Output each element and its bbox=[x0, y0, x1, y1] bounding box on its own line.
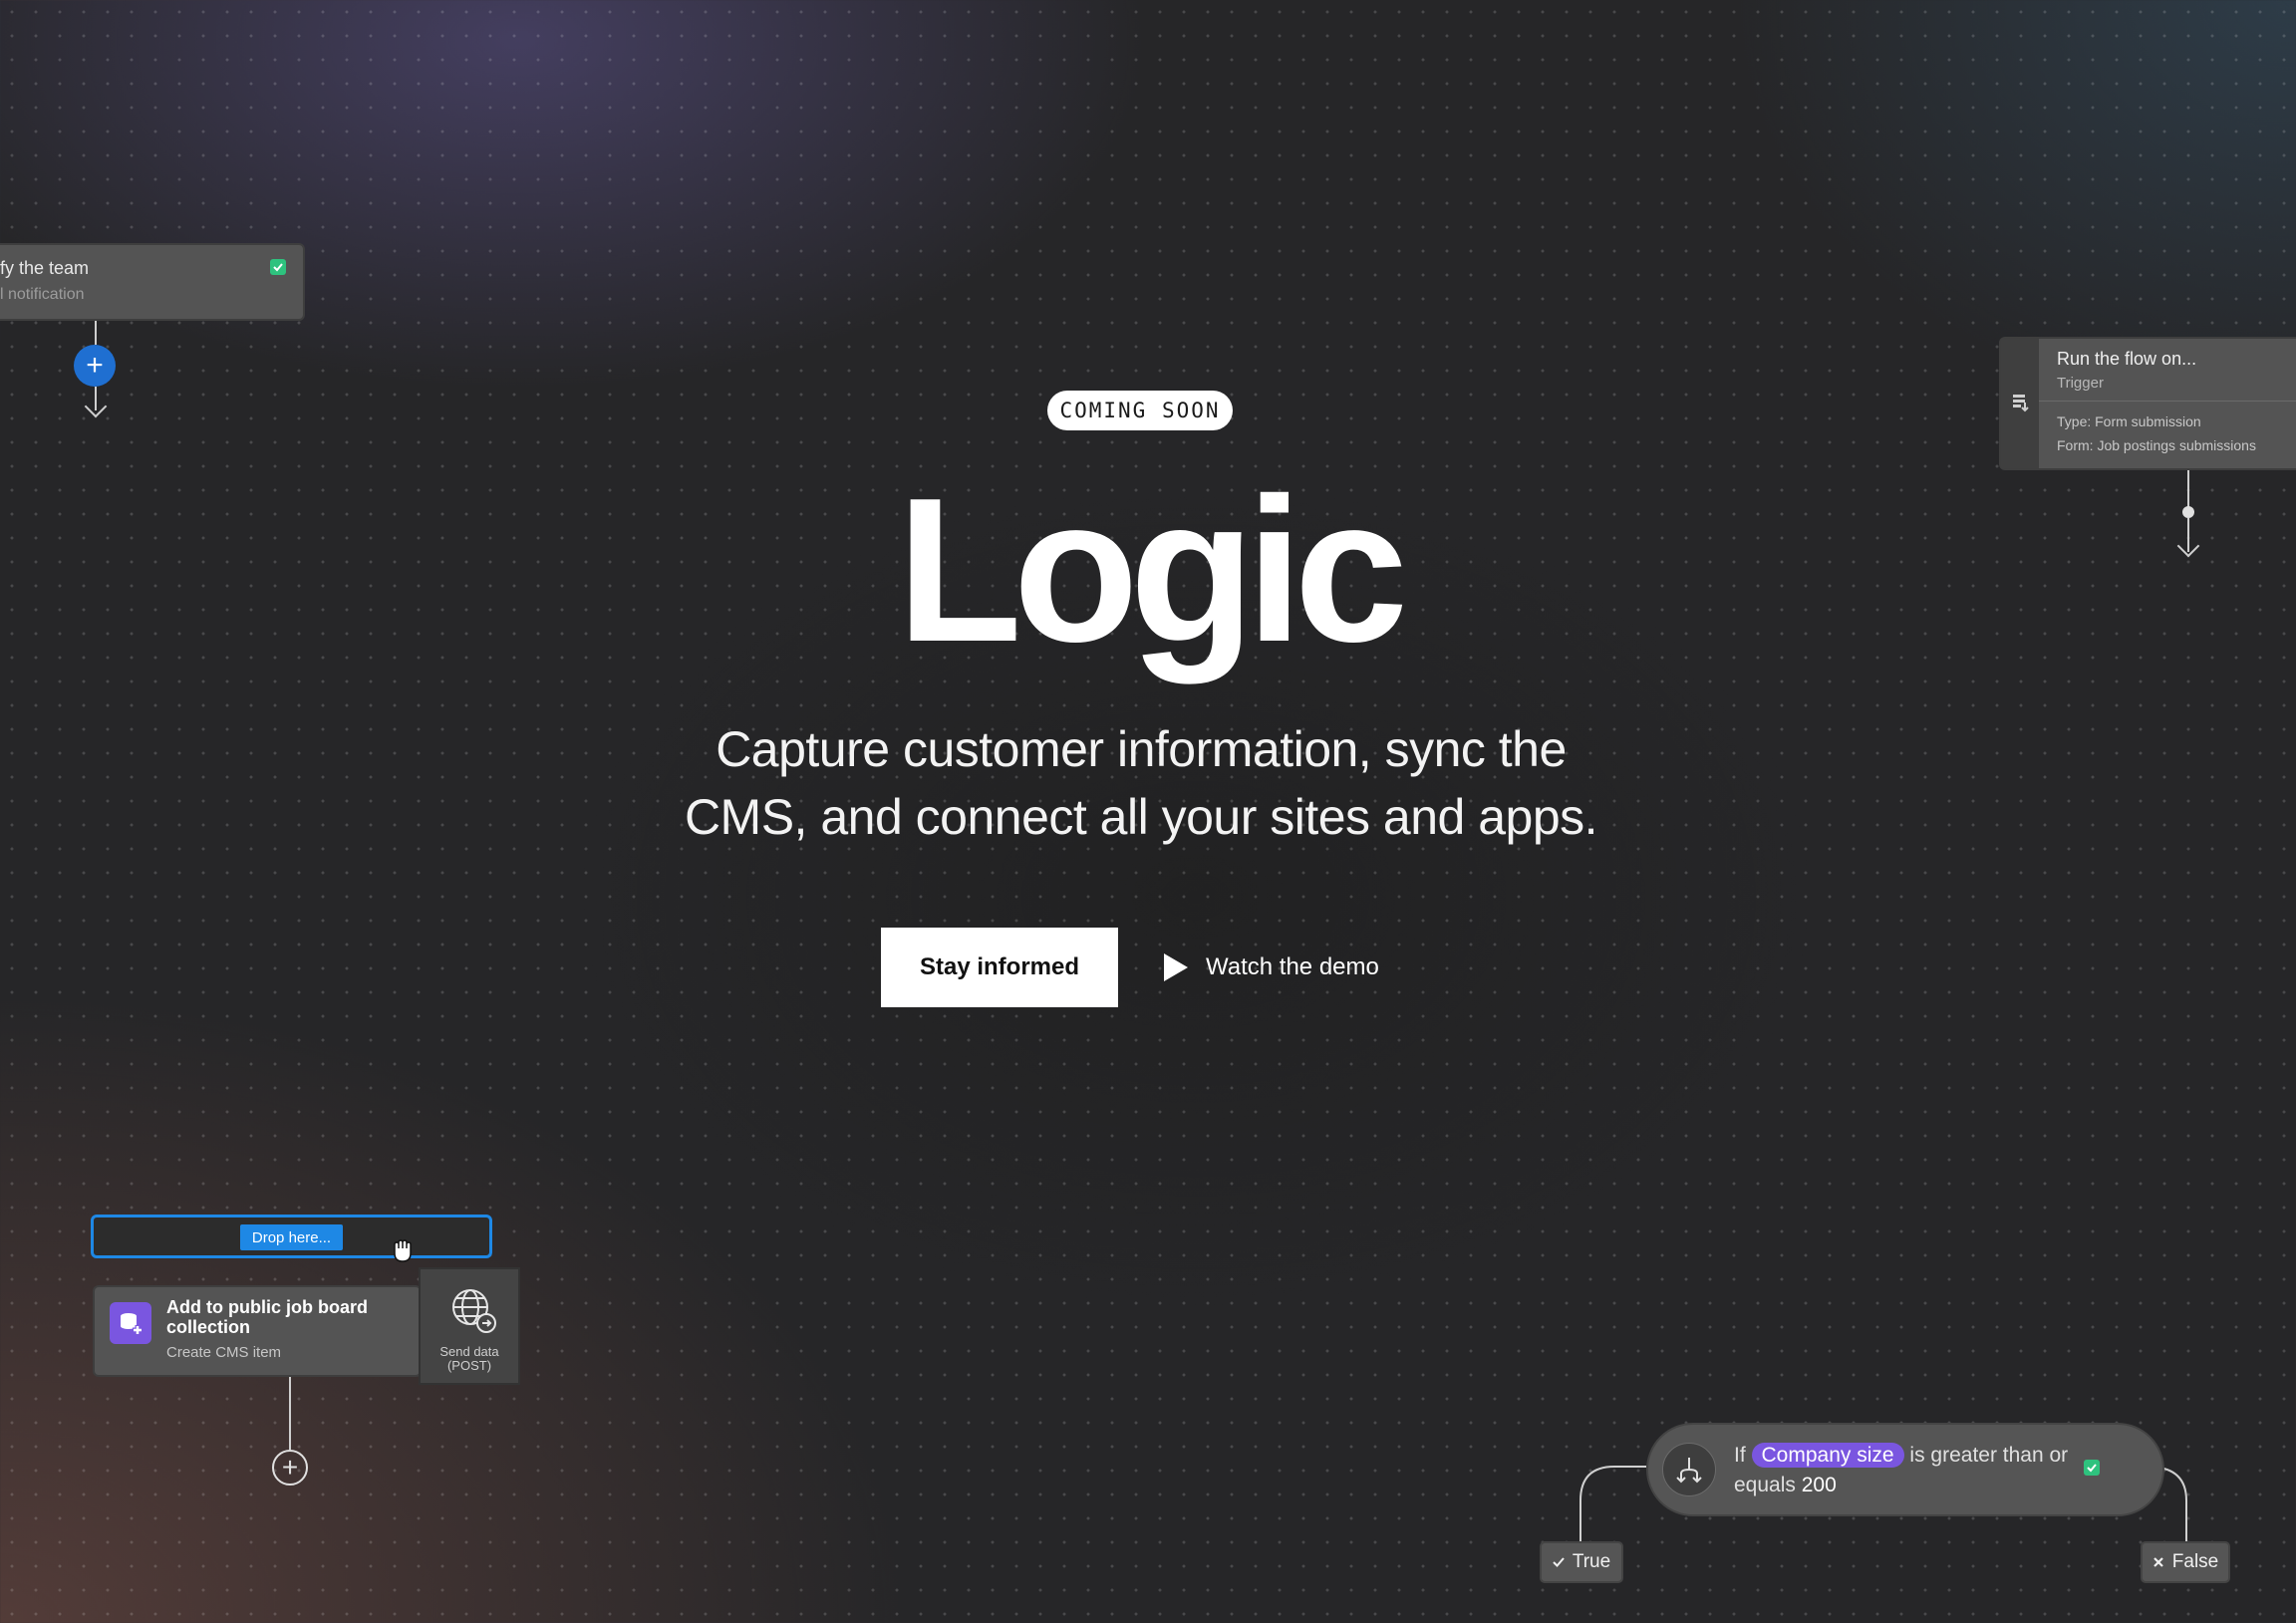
page-title: Logic bbox=[896, 455, 1408, 684]
divider bbox=[2039, 401, 2296, 402]
form-trigger-icon bbox=[2013, 395, 2029, 412]
trigger-side-panel bbox=[2001, 339, 2039, 468]
trigger-subtitle: Trigger bbox=[2057, 375, 2104, 392]
connector-line bbox=[95, 321, 97, 345]
connector-line bbox=[2187, 470, 2189, 510]
arrow-down-icon bbox=[84, 395, 108, 418]
play-icon bbox=[1164, 953, 1188, 981]
add-step-button[interactable]: + bbox=[272, 1450, 308, 1486]
close-icon bbox=[2152, 1557, 2163, 1567]
condition-value: 200 bbox=[1801, 1474, 1837, 1496]
trigger-type: Type: Form submission bbox=[2057, 413, 2201, 429]
true-label: True bbox=[1572, 1551, 1611, 1572]
job-node-title: Add to public job board collection bbox=[166, 1297, 368, 1337]
connector-line bbox=[289, 1377, 291, 1450]
job-node-subtitle: Create CMS item bbox=[166, 1344, 282, 1361]
condition-text: If Company size is greater than or equal… bbox=[1734, 1441, 2073, 1500]
grab-hand-icon bbox=[394, 1239, 412, 1262]
notify-node-subtitle: l notification bbox=[0, 286, 85, 303]
connector-dot bbox=[2182, 506, 2194, 518]
add-step-button[interactable]: + bbox=[74, 345, 116, 387]
globe-icon bbox=[452, 1289, 496, 1333]
check-icon bbox=[270, 259, 286, 275]
true-branch-label[interactable]: True bbox=[1540, 1541, 1623, 1583]
cms-add-icon bbox=[110, 1302, 151, 1344]
trigger-form: Form: Job postings submissions bbox=[2057, 437, 2256, 453]
arrow-down-icon bbox=[2176, 534, 2200, 558]
subtitle-line-1: Capture customer information, sync the bbox=[716, 721, 1567, 777]
hero-subtitle: Capture customer information, sync the C… bbox=[638, 715, 1644, 851]
field-chip[interactable]: Company size bbox=[1751, 1443, 1904, 1468]
false-branch-label[interactable]: False bbox=[2141, 1541, 2230, 1583]
subtitle-line-2: CMS, and connect all your sites and apps… bbox=[684, 789, 1598, 845]
watch-demo-label: Watch the demo bbox=[1206, 953, 1379, 980]
false-label: False bbox=[2171, 1551, 2219, 1572]
check-icon bbox=[2084, 1460, 2100, 1476]
stay-informed-button[interactable]: Stay informed bbox=[881, 928, 1118, 1007]
send-data-label: Send data (POST) bbox=[439, 1344, 499, 1373]
drop-here-label: Drop here... bbox=[240, 1224, 343, 1250]
checkmark-icon bbox=[1553, 1557, 1565, 1567]
notify-team-node[interactable] bbox=[0, 243, 305, 321]
watch-demo-button[interactable]: Watch the demo bbox=[1164, 937, 1413, 998]
coming-soon-badge: COMING SOON bbox=[1047, 391, 1233, 430]
trigger-title: Run the flow on... bbox=[2057, 349, 2197, 369]
notify-node-title: fy the team bbox=[0, 258, 90, 278]
condition-prefix: If bbox=[1734, 1444, 1746, 1467]
branch-icon bbox=[1662, 1443, 1716, 1496]
